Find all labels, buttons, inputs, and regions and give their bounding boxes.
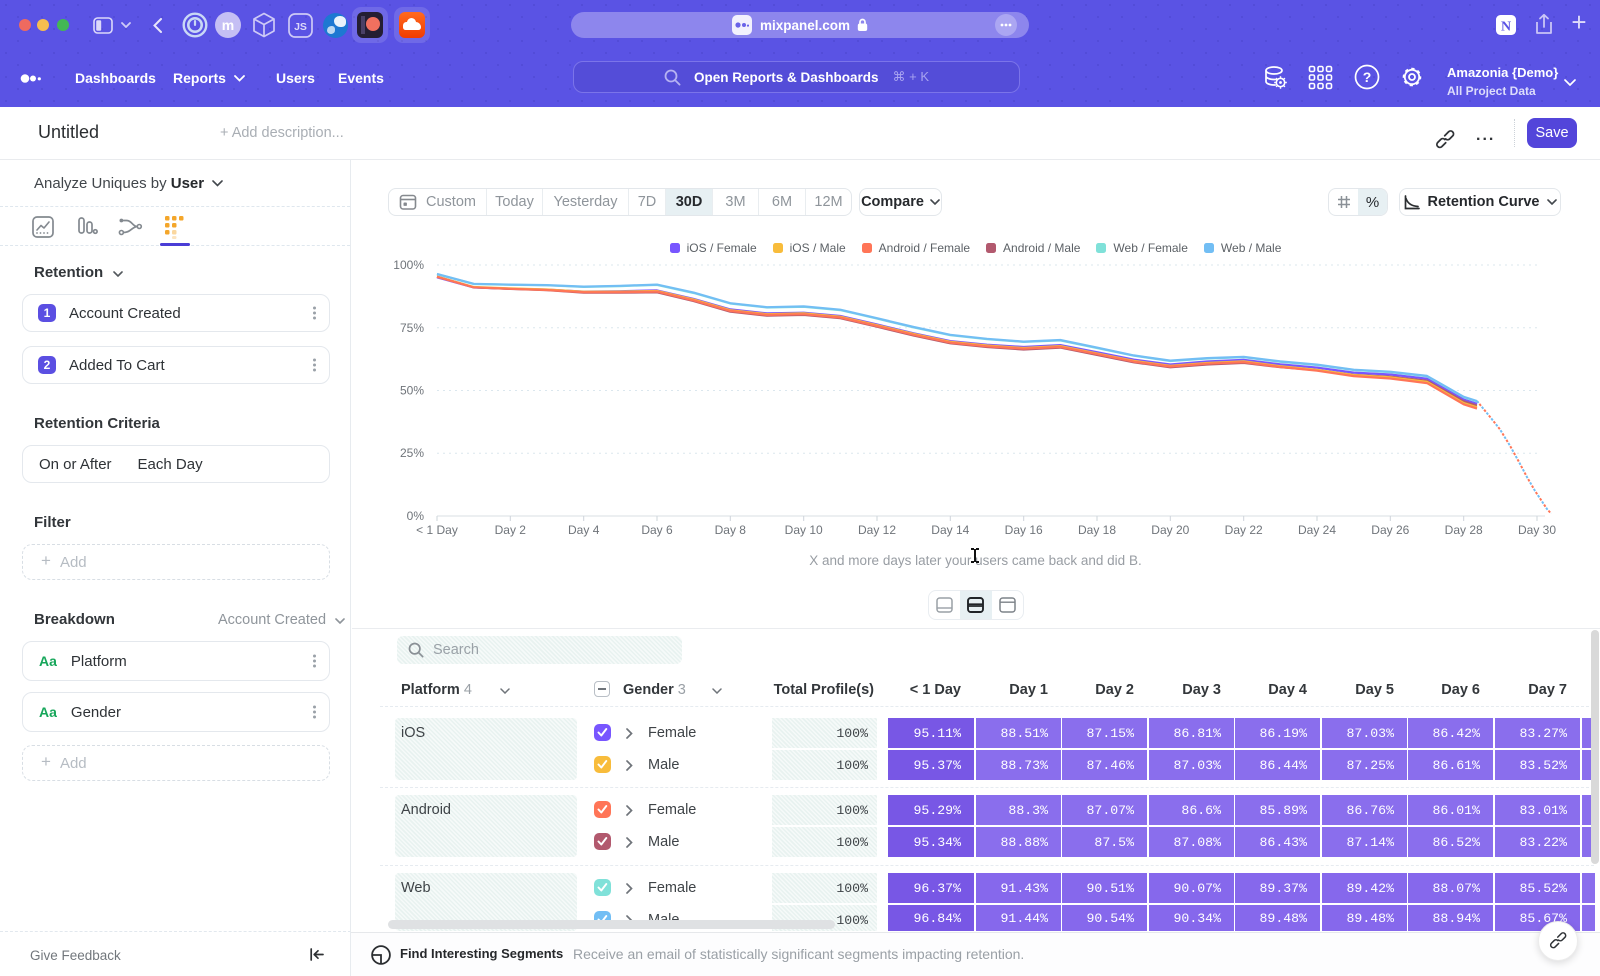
svg-text:Day 4: Day 4 — [568, 523, 600, 537]
svg-text:0%: 0% — [407, 509, 425, 523]
svg-text:100%: 100% — [393, 258, 424, 272]
svg-text:Day 30: Day 30 — [1518, 523, 1556, 537]
svg-text:Day 14: Day 14 — [931, 523, 969, 537]
svg-text:25%: 25% — [400, 446, 424, 460]
svg-text:Day 26: Day 26 — [1371, 523, 1409, 537]
svg-text:Day 18: Day 18 — [1078, 523, 1116, 537]
svg-text:75%: 75% — [400, 321, 424, 335]
svg-text:Day 12: Day 12 — [858, 523, 896, 537]
svg-text:Day 28: Day 28 — [1445, 523, 1483, 537]
svg-text:Day 8: Day 8 — [715, 523, 747, 537]
svg-text:Day 20: Day 20 — [1151, 523, 1189, 537]
svg-text:JS: JS — [294, 21, 307, 33]
svg-text:?: ? — [1363, 69, 1372, 85]
svg-text:Day 22: Day 22 — [1225, 523, 1263, 537]
svg-text:Day 2: Day 2 — [495, 523, 527, 537]
svg-text:Day 16: Day 16 — [1005, 523, 1043, 537]
svg-text:N: N — [1501, 20, 1511, 35]
svg-text:Day 24: Day 24 — [1298, 523, 1336, 537]
svg-text:Day 10: Day 10 — [785, 523, 823, 537]
svg-text:Day 6: Day 6 — [641, 523, 673, 537]
svg-text:50%: 50% — [400, 384, 424, 398]
svg-text:< 1 Day: < 1 Day — [416, 523, 458, 537]
